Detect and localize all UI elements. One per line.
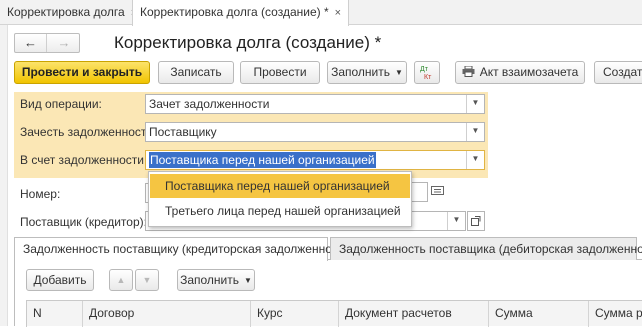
dt-kt-button[interactable]: Дт Кт (414, 61, 440, 84)
comment-icon[interactable] (431, 186, 444, 197)
table-header: N Договор Курс Документ расчетов Сумма С… (26, 300, 642, 327)
table-fill-label: Заполнить (180, 273, 239, 287)
create-based-on-button[interactable]: Создать (594, 61, 642, 84)
tab-supplier-payable[interactable]: Задолженность поставщику (кредиторская з… (14, 237, 354, 261)
table-fill-dropdown-button[interactable]: Заполнить ▼ (177, 269, 255, 291)
move-up-icon[interactable]: ▲ (109, 269, 133, 291)
dropdown-option-supplier-to-us[interactable]: Поставщика перед нашей организацией (150, 174, 410, 198)
chevron-down-icon[interactable]: ▼ (466, 95, 484, 113)
chevron-down-icon[interactable]: ▼ (466, 151, 484, 169)
operation-type-label: Вид операции: (20, 97, 102, 111)
close-icon[interactable]: × (335, 7, 341, 19)
window-tab-label: Корректировка долга (7, 5, 125, 19)
on-account-debt-label: В счет задолженности: (20, 153, 148, 167)
post-and-close-button[interactable]: Провести и закрыть (14, 61, 150, 84)
on-account-debt-value: Поставщика перед нашей организацией (149, 152, 376, 168)
back-arrow-icon[interactable]: ← (15, 34, 47, 52)
open-link-icon (471, 216, 481, 226)
account-dropdown-list: Поставщика перед нашей организацией Трет… (148, 171, 412, 227)
on-account-debt-select[interactable]: Поставщика перед нашей организацией ▼ (145, 150, 485, 170)
column-header-rate[interactable]: Курс (250, 301, 338, 327)
add-button[interactable]: Добавить (26, 269, 94, 291)
left-panel-strip (0, 25, 8, 326)
chevron-down-icon: ▼ (395, 68, 403, 77)
save-button[interactable]: Записать (158, 61, 234, 84)
operation-type-select[interactable]: Зачет задолженности ▼ (145, 94, 485, 114)
dt-text: Дт (420, 66, 429, 73)
kt-text: Кт (424, 74, 432, 81)
column-header-n[interactable]: N (26, 301, 82, 327)
column-header-amount-settlement[interactable]: Сумма ра (588, 301, 642, 327)
fill-dropdown-button[interactable]: Заполнить ▼ (327, 61, 407, 84)
operation-type-value: Зачет задолженности (149, 97, 270, 111)
number-label: Номер: (20, 187, 61, 201)
offset-debt-select[interactable]: Поставщику ▼ (145, 122, 485, 142)
window-tab-debt-correction[interactable]: Корректировка долга× (0, 0, 144, 25)
post-button[interactable]: Провести (240, 61, 320, 84)
window-tab-label: Корректировка долга (создание) * (140, 5, 329, 19)
page-title: Корректировка долга (создание) * (114, 33, 382, 52)
offset-act-label: Акт взаимозачета (479, 65, 579, 79)
supplier-label: Поставщик (кредитор): (20, 215, 147, 229)
nav-arrows: ← → (14, 33, 80, 53)
tab-supplier-receivable[interactable]: Задолженность поставщика (дебиторская за… (330, 237, 642, 260)
chevron-down-icon: ▼ (244, 276, 252, 285)
open-supplier-button[interactable] (467, 211, 485, 231)
dropdown-option-third-party-to-us[interactable]: Третьего лица перед нашей организацией (150, 199, 410, 223)
offset-debt-label: Зачесть задолженность: (20, 125, 156, 139)
forward-arrow-icon[interactable]: → (48, 34, 80, 52)
move-down-icon[interactable]: ▼ (135, 269, 159, 291)
chevron-down-icon[interactable]: ▼ (466, 123, 484, 141)
offset-act-button[interactable]: Акт взаимозачета (455, 61, 585, 84)
dt-kt-icon: Дт Кт (420, 66, 432, 81)
column-header-amount[interactable]: Сумма (488, 301, 588, 327)
column-header-settlement-doc[interactable]: Документ расчетов (338, 301, 488, 327)
printer-icon (462, 65, 475, 77)
fill-label: Заполнить (331, 65, 390, 79)
offset-debt-value: Поставщику (149, 125, 217, 139)
chevron-down-icon[interactable]: ▼ (447, 212, 465, 230)
window-tab-debt-correction-create[interactable]: Корректировка долга (создание) * × (132, 0, 350, 26)
column-header-contract[interactable]: Договор (82, 301, 250, 327)
date-field-edge[interactable] (410, 182, 428, 202)
